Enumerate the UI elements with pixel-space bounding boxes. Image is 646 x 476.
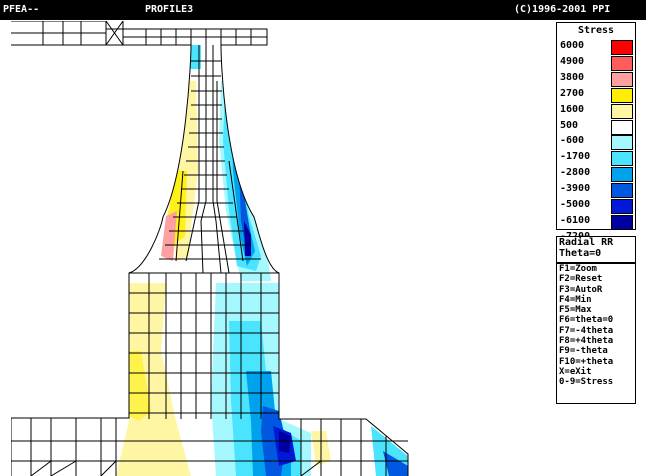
legend-label: -3900 — [560, 183, 591, 195]
legend-label: 2700 — [560, 87, 585, 99]
legend-swatch — [611, 199, 633, 214]
contour-fill — [11, 21, 408, 476]
legend-swatch — [611, 40, 633, 55]
legend-swatch — [611, 167, 633, 183]
key-plus-4theta[interactable]: F8=+4theta — [557, 336, 635, 346]
legend-label: 4900 — [560, 55, 585, 67]
stress-component-label: Radial RR — [559, 237, 614, 248]
key-minus-4theta[interactable]: F7=-4theta — [557, 326, 635, 336]
key-help-panel: F1=Zoom F2=Reset F3=AutoR F4=Min F5=Max … — [556, 263, 636, 404]
key-exit[interactable]: X=eXit — [557, 367, 635, 377]
key-zoom[interactable]: F1=Zoom — [557, 264, 635, 274]
legend-entry: 4900 — [557, 55, 635, 72]
legend-entry: -2800 — [557, 167, 635, 183]
legend-entry: 2700 — [557, 87, 635, 104]
legend-title: Stress — [577, 25, 615, 36]
legend-entry: 500 — [557, 119, 635, 136]
key-reset[interactable]: F2=Reset — [557, 274, 635, 284]
legend-label: -6100 — [560, 214, 591, 226]
legend-swatch — [611, 151, 633, 167]
model-name: PROFILE3 — [145, 4, 194, 15]
legend-swatch — [611, 71, 633, 87]
legend-entry: 1600 — [557, 103, 635, 120]
legend-entry: 3800 — [557, 71, 635, 88]
legend-label: 3800 — [560, 71, 585, 83]
legend-entry: 6000 — [557, 40, 635, 56]
legend-swatch — [611, 183, 633, 199]
parameter-box: Radial RR Theta=0 — [556, 236, 636, 263]
legend-entry: -600 — [557, 135, 635, 151]
legend-entry: -6100 — [557, 214, 635, 231]
theta-label: Theta=0 — [559, 248, 602, 259]
key-minus-theta[interactable]: F9=-theta — [557, 346, 635, 356]
legend-label: -1700 — [560, 151, 591, 163]
key-plus-theta[interactable]: F10=+theta — [557, 357, 635, 367]
legend-swatch — [611, 119, 633, 135]
legend-entry: -1700 — [557, 151, 635, 167]
legend-label: 500 — [560, 119, 579, 131]
key-theta-zero[interactable]: F6=theta=0 — [557, 315, 635, 325]
key-stress-select[interactable]: 0-9=Stress — [557, 377, 635, 387]
legend-swatch — [611, 87, 633, 103]
legend-label: 1600 — [560, 103, 585, 115]
title-bar: PFEA-- PROFILE3 (C)1996-2001 PPI — [0, 0, 646, 20]
stress-plot-canvas[interactable] — [11, 21, 554, 476]
key-min[interactable]: F4=Min — [557, 295, 635, 305]
legend-entry: -5000 — [557, 199, 635, 215]
legend-label: -5000 — [560, 199, 591, 210]
legend-entry: -3900 — [557, 183, 635, 199]
legend-swatch — [611, 103, 633, 119]
legend-swatch — [611, 135, 633, 151]
legend-label: -2800 — [560, 167, 591, 179]
app-name: PFEA-- — [3, 4, 40, 15]
copyright: (C)1996-2001 PPI — [514, 4, 611, 15]
legend-label: 6000 — [560, 40, 585, 51]
legend-swatch — [611, 214, 633, 230]
legend-label: -600 — [560, 135, 585, 147]
key-autorange[interactable]: F3=AutoR — [557, 285, 635, 295]
key-max[interactable]: F5=Max — [557, 305, 635, 315]
stress-legend: Stress 6000 4900 3800 2700 1600 500 -600… — [556, 22, 636, 242]
legend-swatch — [611, 55, 633, 71]
